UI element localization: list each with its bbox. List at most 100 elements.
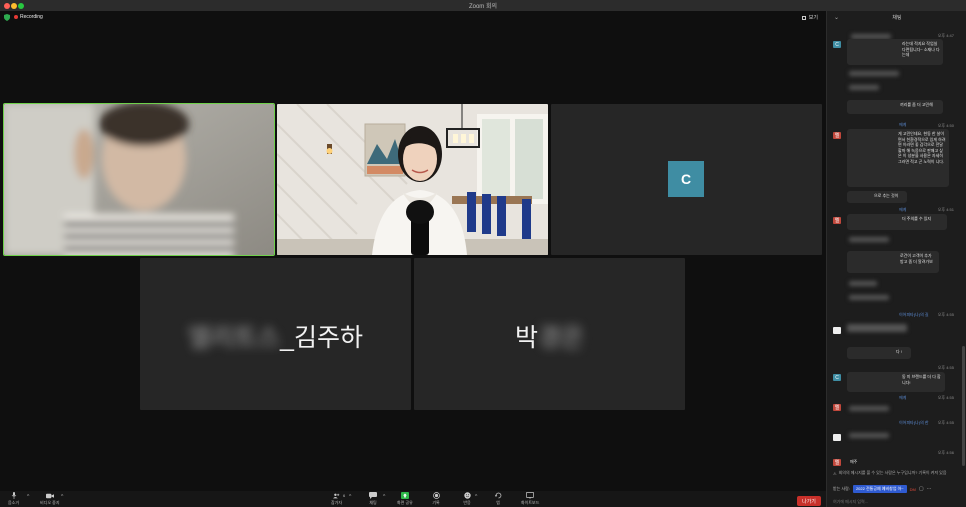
whiteboard-icon [526, 492, 535, 499]
share-screen-label: 화면 공유 [397, 500, 413, 505]
message-time: 오후 4:55 [937, 312, 954, 317]
video-tile-participant-2[interactable] [277, 104, 548, 255]
sender-avatar: 엘 [833, 404, 841, 411]
message-sender: 에게 [899, 395, 907, 400]
message-text: 더 주의를 수 있지 [902, 216, 932, 221]
redacted-text [849, 281, 877, 286]
participants-count: 6 [343, 493, 346, 498]
participant-avatar: C [668, 161, 704, 197]
message-time: 오후 4:51 [937, 207, 954, 212]
video-tile-participant-4[interactable]: 엘리트스_김주하 [140, 258, 411, 410]
chat-title: 채팅 [892, 15, 902, 21]
send-to-dropdown[interactable]: 2022 전통공예 예비창업 아~ [852, 485, 907, 493]
participant-name-visible: 박 [514, 324, 538, 352]
redacted-text [849, 237, 889, 242]
warning-text: 회의의 메시지를 볼 수 있는 사람은 누구입니까? 기록이 켜져 있음 [838, 470, 947, 475]
recording-dot-icon [14, 15, 18, 19]
security-shield-icon[interactable] [4, 14, 10, 21]
sender-avatar: C [833, 41, 841, 48]
chat-message: 게 고민인데요, 현동 한 살이면서 친환경적으로 있게 하려면 이러면 좋 감… [847, 129, 949, 187]
chat-message: 매주 [847, 457, 871, 468]
video-options-chevron-icon[interactable]: ^ [61, 494, 63, 500]
reactions-options-chevron-icon[interactable]: ^ [475, 494, 477, 500]
chat-input-area[interactable] [833, 496, 961, 506]
direct-message-toggle[interactable]: DM [910, 487, 916, 492]
sender-avatar [833, 327, 841, 334]
view-label: 보기 [808, 15, 818, 21]
message-sender: 이어피타(나)의 한 [899, 420, 929, 425]
chat-message: 으로 추는 것이 [847, 191, 907, 203]
apps-icon [494, 492, 502, 499]
redacted-text [849, 71, 899, 76]
sender-avatar: 엘 [833, 459, 841, 466]
sender-avatar: C [833, 374, 841, 381]
chat-message: 끼리를 좀 더 고민해 [847, 100, 943, 114]
sender-avatar: 엘 [833, 132, 841, 139]
participant-name-hidden: 엘리트스 [188, 324, 281, 352]
video-tile-participant-5[interactable]: 박경은 [414, 258, 685, 410]
redacted-text [847, 324, 907, 332]
message-sender: 이어피타(나)의 길 [899, 312, 929, 317]
video-tile-participant-3[interactable]: C [551, 104, 822, 255]
chat-button[interactable]: 채팅 [369, 492, 377, 506]
message-text: 동 미 브랜드를 더 다 합니다! [902, 374, 941, 385]
share-screen-icon [400, 492, 409, 499]
message-text: 끼리를 좀 더 고민해 [900, 102, 933, 107]
message-sender: 에게 [899, 207, 907, 212]
message-text: 매주 [850, 459, 858, 464]
chat-message-input[interactable] [833, 496, 961, 506]
collapse-chevron-icon[interactable]: ⌄ [834, 11, 839, 25]
participant-name-visible: _김주하 [280, 324, 363, 352]
audio-options-chevron-icon[interactable]: ^ [27, 494, 29, 500]
message-time: 오후 4:56 [937, 450, 954, 455]
message-text: 라는데 적지요 작업실 다면됩니다~ 소재나 다는데 [902, 41, 940, 57]
reactions-button[interactable]: 반응 [463, 492, 471, 506]
video-tile-participant-1[interactable] [3, 103, 275, 256]
chat-message: 더 주의를 수 있지 [847, 214, 947, 230]
more-options-icon[interactable]: ⋯ [927, 486, 932, 492]
chat-scrollbar[interactable] [962, 346, 965, 466]
redacted-text [849, 295, 889, 300]
mute-button[interactable]: 음소거 [8, 492, 19, 506]
participants-icon [332, 492, 341, 499]
chat-label: 채팅 [369, 500, 377, 505]
record-button[interactable]: 기록 [432, 492, 440, 506]
whiteboard-label: 화이트보드 [521, 500, 540, 505]
message-text: 게 고민인데요, 현동 한 살이면서 친환경적으로 있게 하려면 이러면 좋 감… [898, 131, 946, 164]
message-text: 로건이 고객이 추가 방고 좀 더 알려가보 [900, 253, 933, 264]
recording-label: Recording [20, 14, 43, 20]
redacted-text [849, 406, 889, 411]
mute-label: 음소거 [8, 500, 20, 505]
share-screen-button[interactable]: 화면 공유 [397, 492, 413, 506]
chat-bubble-icon [369, 492, 377, 499]
leave-meeting-button[interactable]: 나가기 [797, 496, 821, 506]
participants-button[interactable]: 참가자 [331, 492, 342, 506]
participants-label: 참가자 [331, 500, 343, 505]
view-button[interactable]: 보기 [801, 14, 818, 21]
apps-button[interactable]: 앱 [494, 492, 502, 506]
meeting-toolbar: 음소거 ^ 비디오 중지 ^ 참가자 6 ^ 채팅 ^ 화면 공유 기록 반응 … [0, 491, 826, 507]
warning-triangle-icon: ⚠ [833, 470, 837, 476]
chat-visibility-warning[interactable]: ⚠ 회의의 메시지를 볼 수 있는 사람은 누구입니까? 기록이 켜져 있음 [833, 470, 963, 476]
chat-header: ⌄ 채팅 [827, 11, 966, 25]
chat-message: 다 ! [847, 347, 911, 359]
stop-video-button[interactable]: 비디오 중지 [40, 492, 60, 506]
whiteboard-button[interactable]: 화이트보드 [521, 492, 539, 506]
file-icon[interactable]: ▢ [919, 486, 924, 492]
participant-name: 엘리트스_김주하 [140, 318, 411, 354]
send-to-row: 받는 사람: 2022 전통공예 예비창업 아~ DM ▢ ⋯ [833, 485, 963, 493]
message-text: 다 ! [896, 349, 902, 354]
message-text: 으로 추는 것이 [874, 193, 899, 198]
apps-label: 앱 [496, 500, 500, 505]
meeting-area: Recording 보기 C 엘리트스_김주하 박경은 [0, 11, 826, 491]
recording-indicator[interactable]: Recording [14, 14, 43, 20]
participant-video [4, 104, 274, 255]
message-time: 오후 4:55 [937, 395, 954, 400]
record-icon [432, 492, 440, 499]
video-camera-icon [45, 492, 54, 499]
participant-name: 박경은 [414, 318, 685, 354]
chat-options-chevron-icon[interactable]: ^ [383, 494, 385, 500]
chat-message: 로건이 고객이 추가 방고 좀 더 알려가보 [847, 251, 939, 273]
participants-options-chevron-icon[interactable]: ^ [349, 494, 351, 500]
record-label: 기록 [432, 500, 440, 505]
